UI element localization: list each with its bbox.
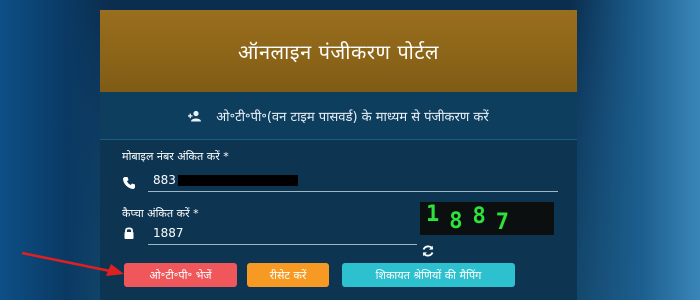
portal-banner: ऑनलाइन पंजीकरण पोर्टल (100, 10, 577, 92)
otp-registration-header: ओ॰टी॰पी॰(वन टाइम पासवर्ड) के माध्यम से प… (100, 92, 577, 140)
otp-registration-text: ओ॰टी॰पी॰(वन टाइम पासवर्ड) के माध्यम से प… (216, 109, 489, 125)
reset-button[interactable]: रीसेट करें (247, 263, 329, 287)
registration-panel: ऑनलाइन पंजीकरण पोर्टल ओ॰टी॰पी॰(वन टाइम प… (100, 10, 577, 300)
captcha-digit: 8 (449, 209, 473, 234)
portal-title: ऑनलाइन पंजीकरण पोर्टल (238, 39, 439, 64)
mobile-number-input[interactable]: 883 (148, 169, 558, 192)
redacted-mobile-digits (177, 174, 298, 186)
complaint-category-mapping-button[interactable]: शिकायत श्रेणियों की मैपिंग (342, 263, 515, 287)
captcha-input-value: 1887 (153, 226, 184, 240)
annotation-arrow (21, 251, 124, 276)
captcha-image: 1 8 8 7 (420, 202, 554, 235)
phone-icon (123, 177, 135, 189)
captcha-label: कैप्चा अंकित करें * (122, 207, 199, 220)
captcha-digit: 1 (426, 202, 450, 227)
mobile-number-value: 883 (153, 173, 176, 187)
send-otp-button[interactable]: ओ॰टी॰पी॰ भेजें (124, 263, 237, 287)
captcha-digit: 8 (472, 204, 496, 229)
captcha-digit: 7 (495, 210, 519, 235)
captcha-input[interactable]: 1887 (148, 222, 417, 245)
registration-form: मोबाइल नंबर अंकित करें * 883 कैप्चा अंकि… (100, 140, 577, 300)
mobile-label: मोबाइल नंबर अंकित करें * (122, 150, 229, 163)
refresh-icon[interactable] (421, 244, 435, 258)
background-right (570, 0, 700, 300)
lock-icon (124, 227, 134, 239)
user-add-icon (188, 110, 202, 122)
